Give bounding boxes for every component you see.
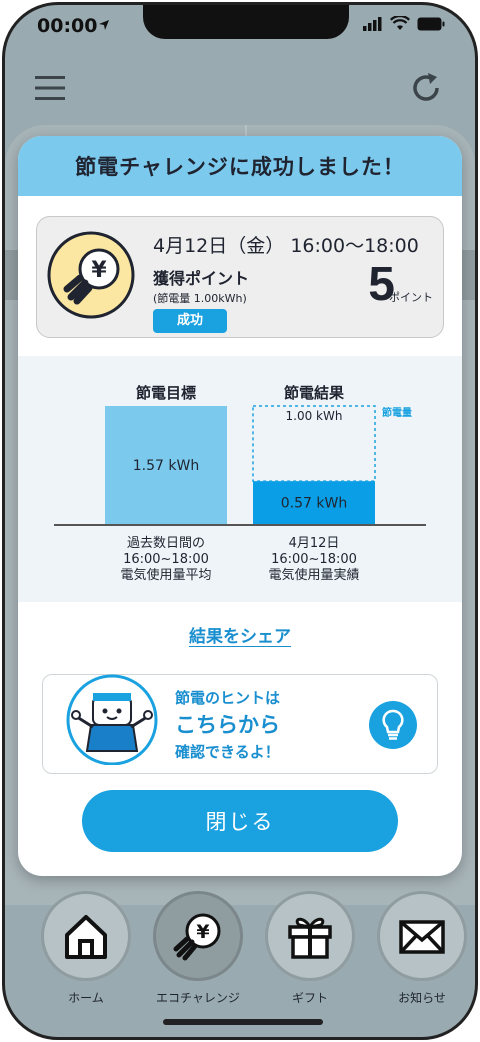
tab-eco-challenge[interactable]: ¥ エコチャレンジ [143, 885, 253, 1005]
status-time: 00:00 [37, 15, 98, 37]
tab-eco-challenge-label: エコチャレンジ [156, 991, 240, 1005]
eco-challenge-icon: ¥ [173, 913, 221, 961]
notch [143, 5, 349, 39]
gift-icon [288, 917, 332, 959]
home-indicator [163, 1019, 323, 1025]
tab-bar: ホーム ¥ エコチャレンジ ギフト お知らせ [5, 885, 475, 1005]
tab-home-label: ホーム [68, 991, 104, 1005]
close-button[interactable]: 閉じる [82, 790, 398, 852]
points-unit: ポイント [389, 291, 433, 304]
target-bar-value: 1.57 kWh [133, 458, 199, 474]
battery-icon [417, 17, 445, 30]
tab-notifications-label: お知らせ [398, 991, 446, 1005]
target-caption: 過去数日間の 16:00~18:00 電気使用量平均 [120, 536, 212, 583]
status-badge: 成功 [153, 309, 227, 333]
challenge-result-modal: 節電チャレンジに成功しました！ ¥ 4月12日（金） 16:00〜18:00 獲… [18, 136, 462, 876]
mail-icon [399, 920, 445, 954]
wifi-icon [390, 16, 410, 30]
svg-text:¥: ¥ [91, 258, 107, 283]
svg-text:¥: ¥ [196, 921, 209, 943]
bulb-yen-icon: ¥ [47, 231, 135, 319]
saved-segment-value: 1.00 kWh [286, 409, 343, 423]
chart-target-label: 節電目標 [136, 384, 196, 402]
result-caption: 4月12日 16:00~18:00 電気使用量実績 [268, 536, 360, 583]
mascot-icon [66, 674, 158, 765]
app-header [5, 49, 475, 125]
tab-gift[interactable]: ギフト [255, 885, 365, 1005]
hint-line-2: こちらから [175, 713, 280, 737]
saved-legend: 節電量 [382, 406, 412, 419]
lightbulb-icon [369, 701, 417, 749]
result-bar-value: 0.57 kWh [281, 496, 347, 512]
hint-line-3: 確認できるよ！ [175, 743, 280, 761]
menu-icon[interactable] [35, 75, 65, 101]
result-date: 4月12日（金） [153, 235, 285, 257]
hint-line-1: 節電のヒントは [175, 689, 281, 707]
modal-title: 節電チャレンジに成功しました！ [75, 155, 405, 179]
chart-result-label: 節電結果 [284, 384, 345, 402]
home-icon [65, 915, 107, 959]
tab-home[interactable]: ホーム [31, 885, 141, 1005]
refresh-icon[interactable] [409, 71, 443, 105]
status-bar: 00:00 [5, 5, 475, 49]
tab-gift-label: ギフト [291, 991, 328, 1005]
result-card: ¥ 4月12日（金） 16:00〜18:00 獲得ポイント (節電量 1.00k… [36, 216, 444, 338]
location-arrow-icon [99, 20, 109, 30]
points-label: 獲得ポイント [153, 269, 250, 288]
modal-header: 節電チャレンジに成功しました！ [18, 136, 462, 196]
tab-notifications[interactable]: お知らせ [367, 885, 475, 1005]
saved-amount: (節電量 1.00kWh) [153, 292, 247, 305]
hint-card[interactable]: 節電のヒントは こちらから 確認できるよ！ [42, 674, 438, 774]
share-result-link[interactable]: 結果をシェア [18, 622, 462, 647]
signal-icon [363, 16, 382, 31]
comparison-chart: 節電目標 節電結果 1.57 kWh 0.57 kWh 1.00 kWh 節電量 過去… [18, 356, 462, 602]
result-time-range: 16:00〜18:00 [290, 235, 419, 257]
